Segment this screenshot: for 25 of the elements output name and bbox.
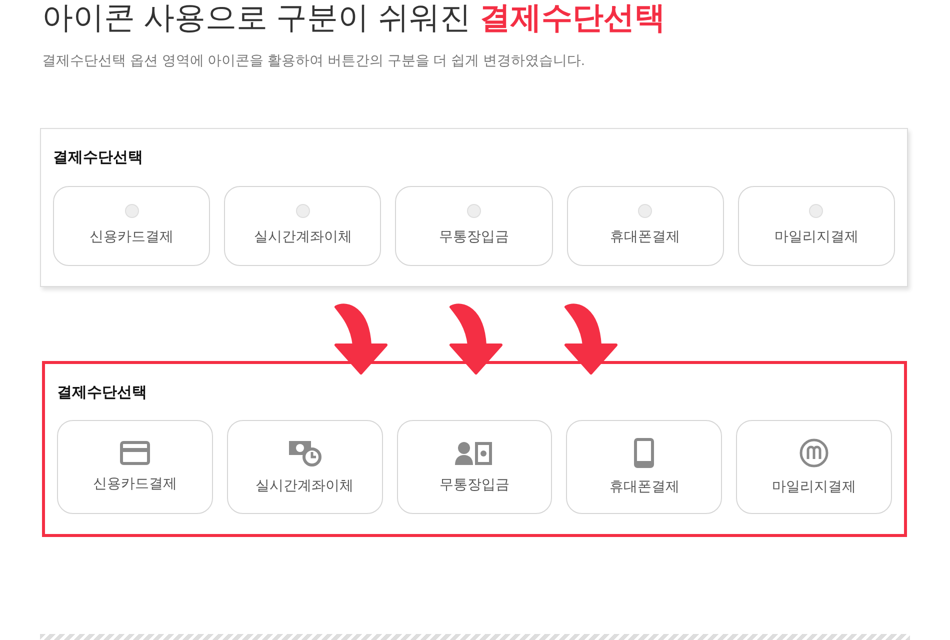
payment-option-button[interactable]: 마일리지결제 bbox=[738, 186, 895, 266]
payment-option-button[interactable]: 휴대폰결제 bbox=[566, 420, 722, 514]
person-cash-icon bbox=[455, 440, 494, 466]
payment-option-button[interactable]: 마일리지결제 bbox=[736, 420, 892, 514]
circled-m-icon bbox=[799, 438, 830, 468]
radio-button[interactable] bbox=[296, 204, 310, 218]
page-description: 결제수단선택 옵션 영역에 아이콘을 활용하여 버튼간의 구분을 더 쉽게 변경하였습니다. bbox=[42, 51, 586, 70]
cash-clock-icon bbox=[288, 438, 322, 466]
radio-button[interactable] bbox=[466, 204, 481, 218]
payment-option-button[interactable]: 신용카드결제 bbox=[57, 420, 213, 514]
credit-card-icon bbox=[120, 440, 150, 464]
payment-option-button[interactable]: 신용카드결제 bbox=[53, 186, 210, 266]
payment-option-button[interactable]: 무통장입금 bbox=[396, 420, 552, 514]
radio-button[interactable] bbox=[809, 204, 824, 218]
payment-option-button[interactable]: 실시간계좌이체 bbox=[226, 420, 383, 514]
panel-title: 결제수단선택 bbox=[57, 382, 148, 402]
panel-title: 결제수단선택 bbox=[53, 148, 144, 168]
page-heading: 아이콘 사용으로 구분이 쉬워진 bbox=[42, 0, 472, 35]
payment-option-button[interactable]: 실시간계좌이체 bbox=[224, 186, 382, 266]
radio-button[interactable] bbox=[638, 204, 652, 218]
heading-highlight: 결제수단선택 bbox=[479, 0, 666, 35]
radio-button[interactable] bbox=[124, 204, 139, 218]
payment-option-button[interactable]: 휴대폰결제 bbox=[566, 186, 724, 266]
smartphone-icon bbox=[634, 438, 654, 468]
payment-option-button[interactable]: 무통장입금 bbox=[395, 186, 553, 266]
